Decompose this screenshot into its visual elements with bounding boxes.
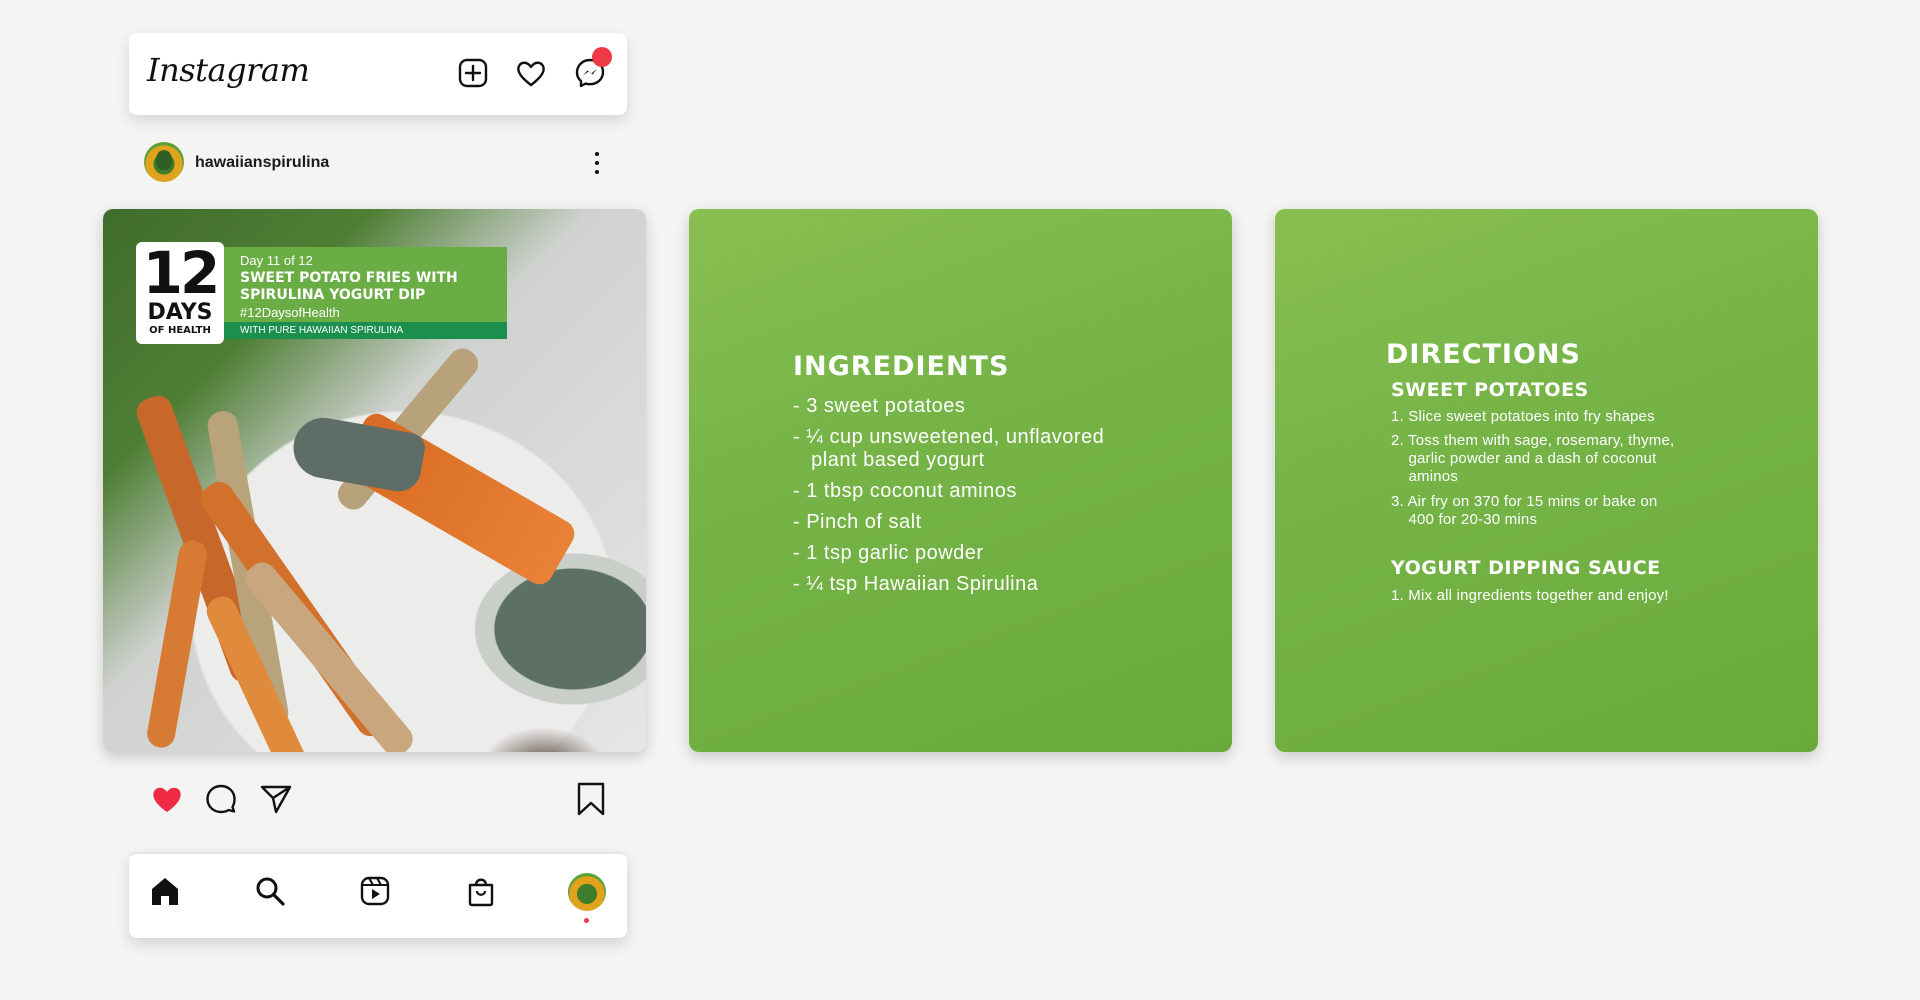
directions-heading: DIRECTIONS xyxy=(1386,339,1581,370)
direction-step: 2. Toss them with sage, rosemary, thyme,… xyxy=(1391,432,1675,485)
bottom-navigation xyxy=(129,852,627,938)
list-item: - ¼ cup unsweetened, unflavored plant ba… xyxy=(793,426,1105,471)
list-item: - 1 tbsp coconut aminos xyxy=(793,480,1017,502)
with-spirulina-strip: WITH PURE HAWAIIAN SPIRULINA xyxy=(224,322,507,339)
shop-icon[interactable] xyxy=(464,874,498,908)
messenger-icon[interactable] xyxy=(572,47,612,91)
instagram-logo[interactable]: Instagram xyxy=(147,51,310,89)
ingredients-heading: INGREDIENTS xyxy=(793,351,1010,382)
day-label: Day 11 of 12 xyxy=(240,253,313,268)
badge-number: 12 xyxy=(142,239,221,307)
home-icon[interactable] xyxy=(148,874,182,908)
profile-avatar[interactable] xyxy=(568,873,606,911)
username[interactable]: hawaiianspirulina xyxy=(195,154,329,172)
search-icon[interactable] xyxy=(253,874,287,908)
profile-notification-dot xyxy=(584,918,589,923)
heart-icon[interactable] xyxy=(513,55,549,91)
heart-filled-icon[interactable] xyxy=(149,781,185,817)
instagram-top-bar: Instagram xyxy=(129,33,627,115)
direction-step: 1. Slice sweet potatoes into fry shapes xyxy=(1391,408,1655,425)
add-post-icon[interactable] xyxy=(455,55,491,91)
twelve-days-badge: 12 DAYS OF HEALTH xyxy=(136,242,224,344)
hashtag: #12DaysofHealth xyxy=(240,305,340,320)
ingredients-card[interactable]: INGREDIENTS - 3 sweet potatoes - ¼ cup u… xyxy=(689,209,1232,752)
direction-step: 3. Air fry on 370 for 15 mins or bake on… xyxy=(1391,493,1658,528)
list-item: - 3 sweet potatoes xyxy=(793,395,966,417)
more-options-icon[interactable] xyxy=(594,152,600,176)
sweet-potatoes-heading: SWEET POTATOES xyxy=(1391,379,1589,401)
post-actions xyxy=(149,781,609,821)
badge-days: DAYS xyxy=(147,300,213,325)
share-icon[interactable] xyxy=(258,781,294,817)
direction-step: 1. Mix all ingredients together and enjo… xyxy=(1391,587,1669,604)
comment-icon[interactable] xyxy=(203,781,239,817)
badge-of-health: OF HEALTH xyxy=(149,325,211,336)
yogurt-sauce-heading: YOGURT DIPPING SAUCE xyxy=(1391,557,1661,579)
directions-card[interactable]: DIRECTIONS SWEET POTATOES 1. Slice sweet… xyxy=(1275,209,1818,752)
avatar[interactable] xyxy=(144,142,184,182)
post-title-box: Day 11 of 12 SWEET POTATO FRIES WITH SPI… xyxy=(224,247,507,339)
bookmark-icon[interactable] xyxy=(573,781,609,817)
list-item: - 1 tsp garlic powder xyxy=(793,542,984,564)
post-image[interactable]: 12 DAYS OF HEALTH Day 11 of 12 SWEET POT… xyxy=(103,209,646,752)
ingredients-list: - 3 sweet potatoes - ¼ cup unsweetened, … xyxy=(793,395,1104,604)
list-item: - Pinch of salt xyxy=(793,511,922,533)
list-item: - ¼ tsp Hawaiian Spirulina xyxy=(793,573,1039,595)
notification-badge xyxy=(592,47,612,67)
reels-icon[interactable] xyxy=(358,874,392,908)
recipe-title: SWEET POTATO FRIES WITH SPIRULINA YOGURT… xyxy=(240,270,458,303)
